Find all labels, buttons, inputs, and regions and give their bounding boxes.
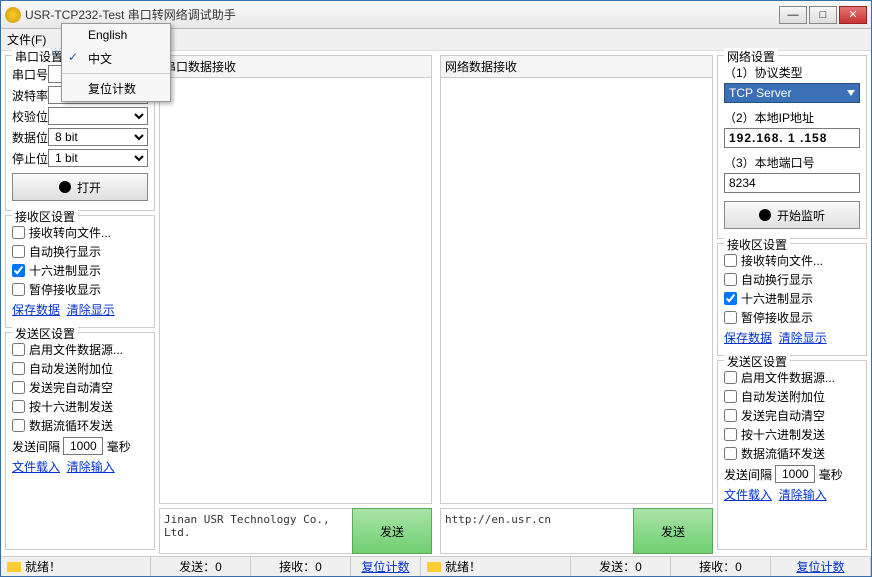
parity-label: 校验位 <box>12 108 48 125</box>
net-send-interval-input[interactable] <box>775 465 815 483</box>
app-icon <box>5 7 21 23</box>
serial-send-input[interactable]: Jinan USR Technology Co., Ltd. <box>159 508 353 554</box>
serial-recv-header: 串口数据接收 <box>159 55 432 77</box>
clear-display-link[interactable]: 清除显示 <box>67 301 115 318</box>
net-save-data-link[interactable]: 保存数据 <box>724 329 772 346</box>
serial-settings-title: 串口设置 <box>12 48 66 65</box>
status-icon <box>7 562 21 572</box>
status-dot-icon <box>759 209 771 221</box>
net-recv-header: 网络数据接收 <box>440 55 713 77</box>
chevron-down-icon <box>847 90 855 96</box>
open-serial-button[interactable]: 打开 <box>12 173 148 201</box>
net-recv-to-file-check[interactable] <box>724 254 737 267</box>
recv-settings-title: 接收区设置 <box>12 208 78 225</box>
sent-count-right: 0 <box>635 560 642 574</box>
status-ready-left: 就绪！ <box>25 558 61 575</box>
window-title: USR-TCP232-Test 串口转网络调试助手 <box>25 6 779 23</box>
serial-send-button[interactable]: 发送 <box>352 508 432 554</box>
recv-count-left: 0 <box>315 560 322 574</box>
net-auto-wrap-check[interactable] <box>724 273 737 286</box>
auto-extra-check[interactable] <box>12 362 25 375</box>
net-settings-title: 网络设置 <box>724 48 778 65</box>
net-hex-send-check[interactable] <box>724 428 737 441</box>
hex-send-check[interactable] <box>12 400 25 413</box>
net-recv-area[interactable] <box>440 77 713 504</box>
save-data-link[interactable]: 保存数据 <box>12 301 60 318</box>
file-source-check[interactable] <box>12 343 25 356</box>
ip-input[interactable]: 192.168. 1 .158 <box>724 128 860 148</box>
send-interval-input[interactable] <box>63 437 103 455</box>
maximize-button[interactable]: □ <box>809 6 837 24</box>
serial-recv-area[interactable] <box>159 77 432 504</box>
databits-label: 数据位 <box>12 129 48 146</box>
sent-count-left: 0 <box>215 560 222 574</box>
net-send-input[interactable]: http://en.usr.cn <box>440 508 634 554</box>
net-recv-settings-title: 接收区设置 <box>724 236 790 253</box>
protocol-select[interactable]: TCP Server <box>724 83 860 103</box>
options-dropdown: English ✓中文 复位计数 <box>61 23 171 102</box>
clear-input-link[interactable]: 清除输入 <box>67 458 115 475</box>
status-icon <box>427 562 441 572</box>
net-loop-send-check[interactable] <box>724 447 737 460</box>
close-button[interactable]: ✕ <box>839 6 867 24</box>
proto-label: （1）协议类型 <box>724 66 803 80</box>
net-pause-recv-check[interactable] <box>724 311 737 324</box>
ip-label: （2）本地IP地址 <box>724 111 814 125</box>
baud-label: 波特率 <box>12 87 48 104</box>
hex-display-check[interactable] <box>12 264 25 277</box>
databits-select[interactable]: 8 bit <box>48 128 148 146</box>
net-file-source-check[interactable] <box>724 371 737 384</box>
status-ready-right: 就绪！ <box>445 558 481 575</box>
net-send-button[interactable]: 发送 <box>633 508 713 554</box>
minimize-button[interactable]: — <box>779 6 807 24</box>
net-clear-display-link[interactable]: 清除显示 <box>779 329 827 346</box>
net-send-settings-title: 发送区设置 <box>724 353 790 370</box>
stopbits-select[interactable]: 1 bit <box>48 149 148 167</box>
serial-port-label: 串口号 <box>12 66 48 83</box>
loop-send-check[interactable] <box>12 419 25 432</box>
net-hex-display-check[interactable] <box>724 292 737 305</box>
check-icon: ✓ <box>68 50 78 64</box>
file-load-link[interactable]: 文件载入 <box>12 458 60 475</box>
port-input[interactable] <box>724 173 860 193</box>
net-auto-extra-check[interactable] <box>724 390 737 403</box>
net-file-load-link[interactable]: 文件载入 <box>724 486 772 503</box>
clear-after-check[interactable] <box>12 381 25 394</box>
recv-count-right: 0 <box>735 560 742 574</box>
auto-wrap-check[interactable] <box>12 245 25 258</box>
status-dot-icon <box>59 181 71 193</box>
net-clear-input-link[interactable]: 清除输入 <box>779 486 827 503</box>
send-settings-title: 发送区设置 <box>12 325 78 342</box>
net-clear-after-check[interactable] <box>724 409 737 422</box>
recv-to-file-check[interactable] <box>12 226 25 239</box>
menu-file[interactable]: 文件(F) <box>7 31 46 48</box>
menu-item-chinese[interactable]: ✓中文 <box>62 46 170 71</box>
menu-item-english[interactable]: English <box>62 24 170 46</box>
reset-count-right[interactable]: 复位计数 <box>796 558 844 575</box>
menu-item-reset-count[interactable]: 复位计数 <box>62 73 170 101</box>
port-label: （3）本地端口号 <box>724 156 815 170</box>
pause-recv-check[interactable] <box>12 283 25 296</box>
parity-select[interactable] <box>48 107 148 125</box>
reset-count-left[interactable]: 复位计数 <box>361 558 409 575</box>
stopbits-label: 停止位 <box>12 150 48 167</box>
listen-button[interactable]: 开始监听 <box>724 201 860 229</box>
